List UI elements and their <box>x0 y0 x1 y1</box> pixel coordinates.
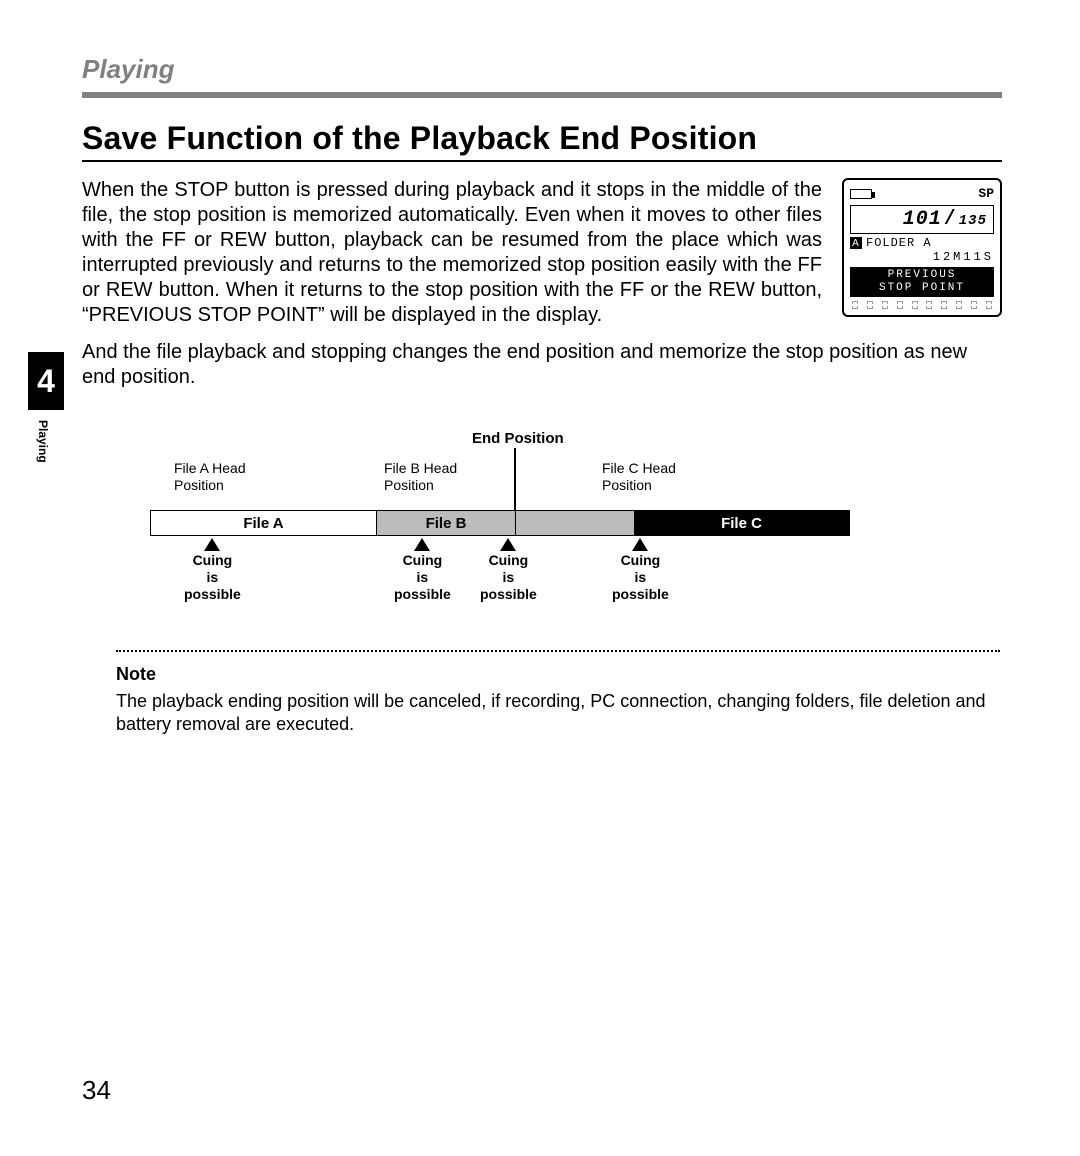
triangle-icon <box>632 538 648 551</box>
file-a-head-label: File A Head Position <box>174 460 246 494</box>
triangle-icon <box>414 538 430 551</box>
paragraph-2: And the file playback and stopping chang… <box>82 340 1002 390</box>
battery-icon <box>850 189 872 199</box>
file-c-segment: File C <box>634 511 849 535</box>
chapter-side-label: Playing <box>36 420 50 463</box>
device-display: SP 101 / 135 A FOLDER A 12M11S PREVIOUS … <box>842 178 1002 317</box>
mode-label: SP <box>978 186 994 201</box>
cuing-label: Cuing is possible <box>184 552 241 603</box>
manual-page: Playing Save Function of the Playback En… <box>0 0 1080 1156</box>
file-b-segment-1: File B <box>376 511 515 535</box>
header-rule <box>82 92 1002 98</box>
folder-name: FOLDER A <box>866 236 932 250</box>
file-b-head-label: File B Head Position <box>384 460 457 494</box>
folder-row: A FOLDER A <box>850 236 994 250</box>
file-bar: File A File B File C <box>150 510 850 536</box>
title-rule <box>82 160 1002 162</box>
file-a-segment: File A <box>151 511 376 535</box>
file-c-head-label: File C Head Position <box>602 460 676 494</box>
section-header: Playing <box>82 54 174 85</box>
note-title: Note <box>116 664 156 685</box>
cuing-label: Cuing is possible <box>480 552 537 603</box>
cuing-label: Cuing is possible <box>612 552 669 603</box>
paragraph-1: When the STOP button is pressed during p… <box>82 178 822 328</box>
previous-stop-point-banner: PREVIOUS STOP POINT <box>850 267 994 297</box>
prev-line1: PREVIOUS <box>850 269 994 282</box>
counter-main: 101 <box>903 208 942 231</box>
note-body: The playback ending position will be can… <box>116 690 1000 736</box>
triangle-icon <box>500 538 516 551</box>
end-position-line <box>514 448 516 510</box>
progress-segments <box>850 301 994 309</box>
file-b-segment-2 <box>516 511 634 535</box>
triangle-icon <box>204 538 220 551</box>
time-display: 12M11S <box>850 250 994 264</box>
folder-icon: A <box>850 237 862 249</box>
chapter-number-tab: 4 <box>28 352 64 410</box>
prev-line2: STOP POINT <box>850 282 994 295</box>
cuing-label: Cuing is possible <box>394 552 451 603</box>
page-title: Save Function of the Playback End Positi… <box>82 120 757 157</box>
counter-display: 101 / 135 <box>850 205 994 234</box>
dotted-rule <box>116 650 1000 652</box>
page-number: 34 <box>82 1075 111 1106</box>
counter-total: 135 <box>959 213 987 229</box>
end-position-label: End Position <box>472 430 564 447</box>
